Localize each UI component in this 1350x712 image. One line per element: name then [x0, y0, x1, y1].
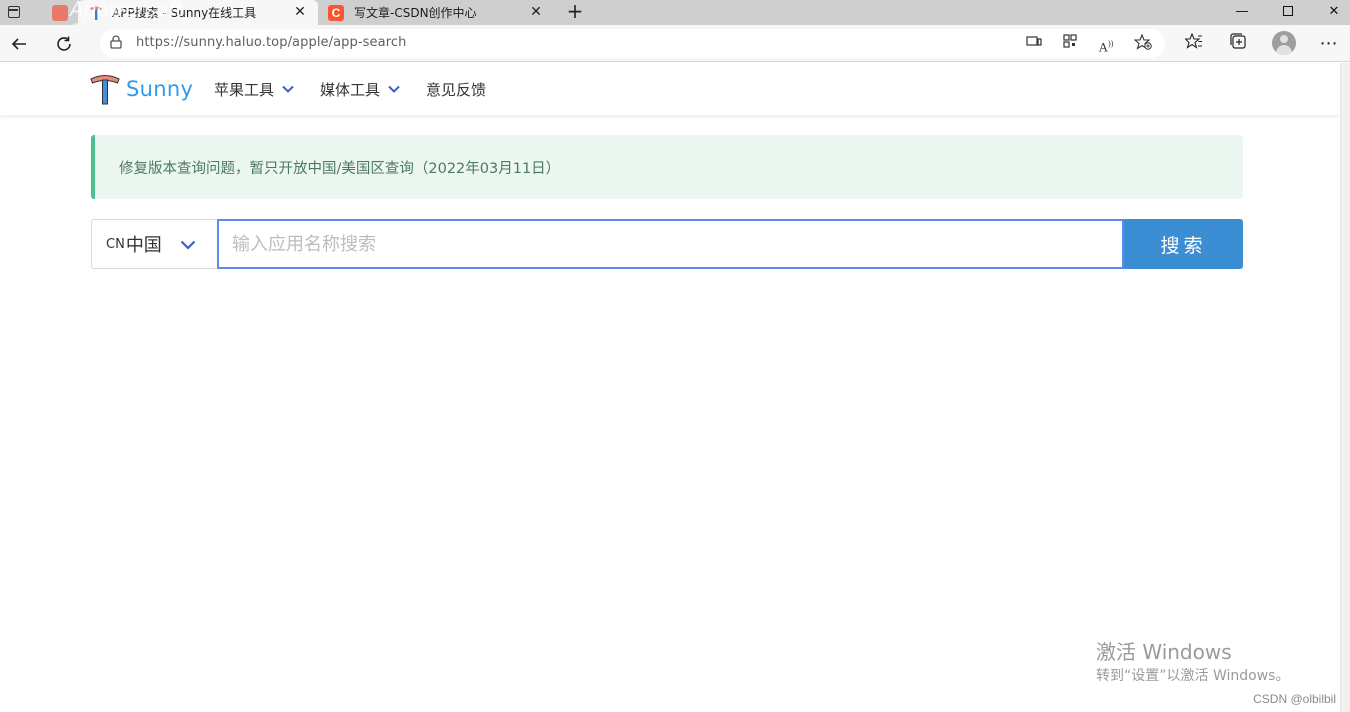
main-nav: 苹果工具 媒体工具 意见反馈 — [214, 63, 512, 115]
nav-item-label: 意见反馈 — [426, 80, 487, 99]
url-text[interactable]: https://sunny.haluo.top/apple/app-search — [136, 35, 406, 50]
sunny-logo-icon — [90, 75, 120, 105]
reload-button[interactable] — [51, 31, 77, 57]
search-button[interactable]: 搜索 — [1124, 219, 1243, 269]
back-button[interactable] — [6, 31, 32, 57]
nav-item-feedback[interactable]: 意见反馈 — [426, 79, 486, 100]
address-bar[interactable]: https://sunny.haluo.top/apple/app-search… — [100, 29, 1165, 58]
qr-code-icon[interactable] — [1060, 34, 1080, 54]
nav-item-media-tools[interactable]: 媒体工具 — [320, 79, 400, 100]
restore-icon — [1283, 6, 1293, 16]
profile-avatar[interactable] — [1272, 31, 1296, 55]
nav-item-label: 苹果工具 — [214, 80, 275, 99]
notice-text: 修复版本查询问题，暂只开放中国/美国区查询（2022年03月11日） — [119, 161, 561, 177]
chevron-down-icon — [180, 240, 196, 250]
search-input[interactable] — [217, 219, 1124, 269]
nav-item-apple-tools[interactable]: 苹果工具 — [214, 79, 294, 100]
activation-title: 激活 Windows — [1096, 640, 1232, 664]
add-favorite-icon[interactable] — [1133, 33, 1153, 54]
restore-button[interactable] — [1265, 0, 1311, 25]
activation-hint: 转到“设置”以激活 Windows。 — [1096, 668, 1290, 684]
back-arrow-icon — [11, 38, 26, 50]
app-favicon-icon — [52, 4, 68, 21]
sunny-favicon-icon — [90, 6, 102, 20]
notice-banner: 修复版本查询问题，暂只开放中国/美国区查询（2022年03月11日） — [91, 135, 1243, 199]
search-form: CN 中国 搜索 — [91, 219, 1243, 269]
lock-icon[interactable] — [110, 35, 124, 51]
more-options-icon[interactable]: ⋯ — [1317, 32, 1341, 56]
close-window-button[interactable]: ✕ — [1311, 0, 1350, 25]
minimize-button[interactable]: — — [1219, 0, 1265, 25]
pinned-tab[interactable] — [28, 0, 76, 25]
nav-item-label: 媒体工具 — [320, 80, 381, 99]
read-aloud-icon[interactable]: A)) — [1096, 34, 1116, 54]
site-logo[interactable]: Sunny — [90, 73, 193, 105]
tab-actions-icon[interactable] — [6, 4, 24, 20]
tab-close-icon[interactable]: ✕ — [292, 4, 308, 20]
tab-close-icon[interactable]: ✕ — [528, 4, 544, 20]
chevron-down-icon — [282, 85, 294, 93]
new-tab-button[interactable]: + — [564, 0, 586, 25]
tab-title: 写文章-CSDN创作中心 — [354, 6, 477, 20]
site-header: Sunny 苹果工具 媒体工具 意见反馈 — [0, 63, 1340, 115]
logo-text: Sunny — [126, 77, 194, 101]
csdn-watermark: CSDN @olbilbil — [1253, 692, 1336, 706]
reload-icon — [57, 36, 71, 51]
favorites-icon[interactable] — [1182, 32, 1206, 56]
browser-tab-strip: APP搜索 - Sunny在线工具 ✕ C 写文章-CSDN创作中心 ✕ + —… — [0, 0, 1350, 42]
tab-app-search[interactable]: APP搜索 - Sunny在线工具 ✕ — [78, 0, 318, 25]
region-select[interactable]: CN 中国 — [91, 219, 217, 269]
csdn-favicon-icon: C — [328, 4, 344, 21]
collections-icon[interactable] — [1226, 32, 1250, 56]
chevron-down-icon — [388, 85, 400, 93]
tab-title: APP搜索 - Sunny在线工具 — [112, 6, 257, 20]
windows-activation-notice: 激活 Windows 转到“设置”以激活 Windows。 — [1096, 639, 1289, 687]
region-code: CN — [106, 236, 125, 252]
page-scrollbar[interactable] — [1340, 63, 1350, 712]
browser-toolbar: https://sunny.haluo.top/apple/app-search… — [0, 25, 1350, 62]
tab-csdn[interactable]: C 写文章-CSDN创作中心 ✕ — [322, 0, 554, 25]
page-content: Sunny 苹果工具 媒体工具 意见反馈 修复版本查询问题，暂只开放中国/美国区… — [0, 63, 1340, 712]
region-name: 中国 — [125, 235, 162, 256]
reading-view-icon[interactable] — [1024, 34, 1044, 54]
